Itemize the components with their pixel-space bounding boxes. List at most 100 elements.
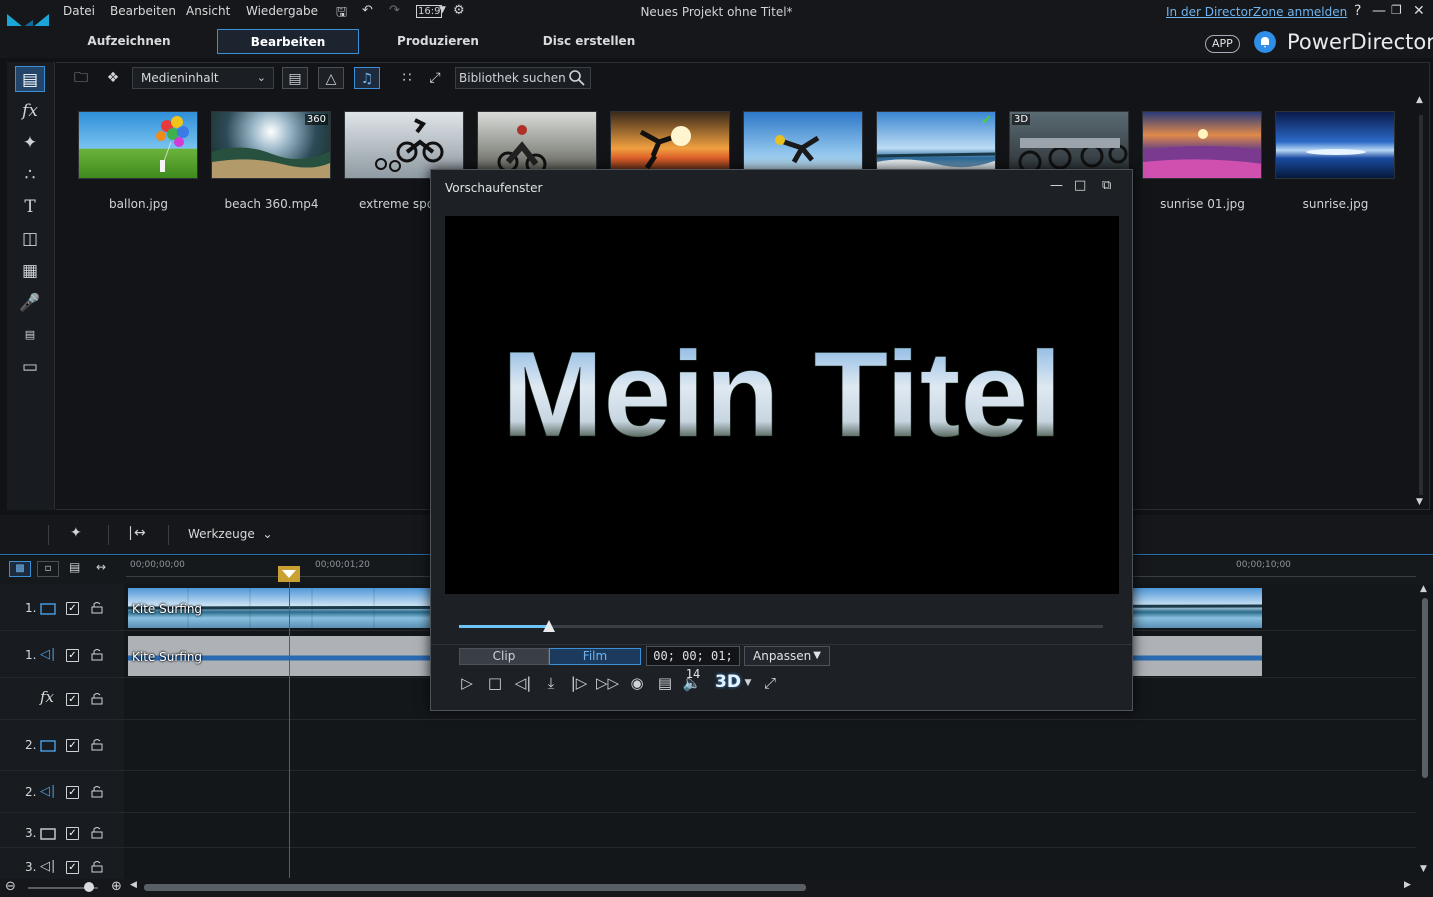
fullscreen-library-icon[interactable]: ⤢ [422,67,448,89]
scroll-thumb[interactable] [1422,598,1428,778]
horizontal-scroll-thumb[interactable] [144,884,806,891]
track-row[interactable] [124,813,1416,848]
lock-icon[interactable] [91,601,103,614]
timeline-view-icon[interactable]: ▩ [9,561,31,577]
menu-datei[interactable]: Datei [63,4,95,18]
track-enable-checkbox[interactable]: ✓ [66,739,79,752]
menu-wiedergabe[interactable]: Wiedergabe [246,4,318,18]
media-thumbnail[interactable] [1142,111,1262,179]
maximize-icon[interactable]: □ [1074,178,1086,193]
library-scrollbar[interactable]: ▲ ▼ [1416,95,1426,509]
zoom-out-icon[interactable]: ⊖ [5,879,16,894]
scroll-right-icon[interactable]: ▶ [1404,880,1411,890]
storyboard-view-icon[interactable]: ▫ [37,561,59,577]
grid-view-icon[interactable]: ∷ [394,67,420,89]
lock-icon[interactable] [91,738,103,751]
media-thumbnail[interactable]: 360 [211,111,331,179]
zoom-slider-thumb[interactable] [84,882,94,892]
tab-aufzeichnen[interactable]: Aufzeichnen [58,29,200,54]
lock-icon[interactable] [91,785,103,798]
scroll-up-icon[interactable]: ▲ [1420,584,1427,594]
particle-room-icon[interactable]: ∴ [15,162,45,188]
timeline-scrollbar[interactable]: ▲ ▼ [1420,584,1430,874]
tools-menu[interactable]: Werkzeuge ⌄ [188,527,273,541]
chevron-down-icon[interactable]: ▼ [737,672,759,694]
track-enable-checkbox[interactable]: ✓ [66,827,79,840]
fx-room-icon[interactable]: fx [15,98,45,124]
track-manager-icon[interactable]: ▤ [69,560,80,574]
stop-icon[interactable]: □ [484,672,506,694]
snapshot-icon[interactable]: ◉ [626,672,648,694]
filter-music-icon[interactable]: ♫ [354,67,380,89]
lock-icon[interactable] [91,648,103,661]
split-icon[interactable]: ∣↔ [127,525,146,541]
scroll-down-icon[interactable]: ▼ [1420,864,1427,874]
gear-icon[interactable]: ⚙ [453,3,465,21]
close-icon[interactable]: ✕ [1413,3,1425,19]
track-enable-checkbox[interactable]: ✓ [66,861,79,874]
scrub-thumb[interactable] [543,620,556,632]
tab-disc-erstellen[interactable]: Disc erstellen [518,29,660,54]
chapter-icon[interactable]: ▤ [15,322,45,348]
previous-frame-icon[interactable]: ◁| [512,672,534,694]
chevron-down-icon[interactable]: ▼ [439,5,446,23]
volume-icon[interactable]: 🔈 [681,672,703,694]
play-icon[interactable]: ▷ [456,672,478,694]
scroll-left-icon[interactable]: ◀ [130,880,137,890]
content-dropdown[interactable]: Medieninhalt ⌄ [132,67,274,89]
next-frame-icon[interactable]: |▷ [568,672,590,694]
restore-icon[interactable]: ❐ [1391,3,1402,17]
playhead-handle[interactable] [278,566,300,582]
dock-icon[interactable]: ⧉ [1102,178,1111,193]
directorzone-login-link[interactable]: In der DirectorZone anmelden [1166,5,1347,19]
filter-video-icon[interactable]: ▤ [282,67,308,89]
notification-bell-icon[interactable] [1254,31,1276,53]
track-row[interactable] [124,771,1416,813]
menu-ansicht[interactable]: Ansicht [186,4,230,18]
zoom-in-icon[interactable]: ⊕ [111,879,122,894]
playhead[interactable] [289,566,290,878]
track-enable-checkbox[interactable]: ✓ [66,786,79,799]
split-clip-icon[interactable]: ⤓ [540,672,562,694]
fullscreen-icon[interactable]: ⤢ [759,672,781,694]
help-icon[interactable]: ? [1354,3,1361,19]
scroll-down-icon[interactable]: ▼ [1416,497,1423,507]
plugin-icon[interactable]: ❖ [100,67,126,89]
fast-forward-icon[interactable]: ▷▷ [596,672,619,694]
track-enable-checkbox[interactable]: ✓ [66,693,79,706]
title-room-icon[interactable]: T [15,194,45,220]
minimize-icon[interactable]: — [1050,178,1063,193]
lock-icon[interactable] [91,692,103,705]
media-thumbnail[interactable] [1275,111,1395,179]
lock-icon[interactable] [91,860,103,873]
minimize-icon[interactable]: — [1372,3,1386,19]
scroll-track[interactable] [1419,115,1423,495]
save-icon[interactable]: 🖫 [336,3,347,21]
lock-icon[interactable] [91,826,103,839]
tab-produzieren[interactable]: Produzieren [367,29,509,54]
preview-window[interactable]: Vorschaufenster — □ ⧉ Mein Titel Clip Fi… [430,169,1133,711]
film-mode-button[interactable]: Film [549,648,641,665]
menu-bearbeiten[interactable]: Bearbeiten [110,4,176,18]
track-row[interactable] [124,720,1416,771]
fit-dropdown[interactable]: Anpassen ▼ [744,646,830,666]
redo-icon[interactable]: ↷ [389,3,400,21]
scroll-up-icon[interactable]: ▲ [1416,95,1423,105]
track-enable-checkbox[interactable]: ✓ [66,602,79,615]
transition-room-icon[interactable]: ◫ [15,226,45,252]
pip-room-icon[interactable]: ✦ [15,130,45,156]
track-enable-checkbox[interactable]: ✓ [66,649,79,662]
voice-over-icon[interactable]: 🎤 [15,290,45,316]
tab-bearbeiten[interactable]: Bearbeiten [217,29,359,54]
audio-mixing-icon[interactable]: ▦ [15,258,45,284]
clip-mode-button[interactable]: Clip [459,648,549,665]
app-badge[interactable]: APP [1205,35,1240,53]
fit-timeline-icon[interactable]: ↔ [96,560,106,574]
media-thumbnail[interactable] [78,111,198,179]
media-room-icon[interactable]: ▤ [15,66,45,92]
subtitle-icon[interactable]: ▭ [15,354,45,380]
import-media-icon[interactable]: 🗀 [68,67,94,89]
magic-tools-icon[interactable]: ✦ [70,525,82,541]
timecode-display[interactable]: 00; 00; 01; 14 [646,646,740,681]
undo-icon[interactable]: ↶ [362,3,373,21]
